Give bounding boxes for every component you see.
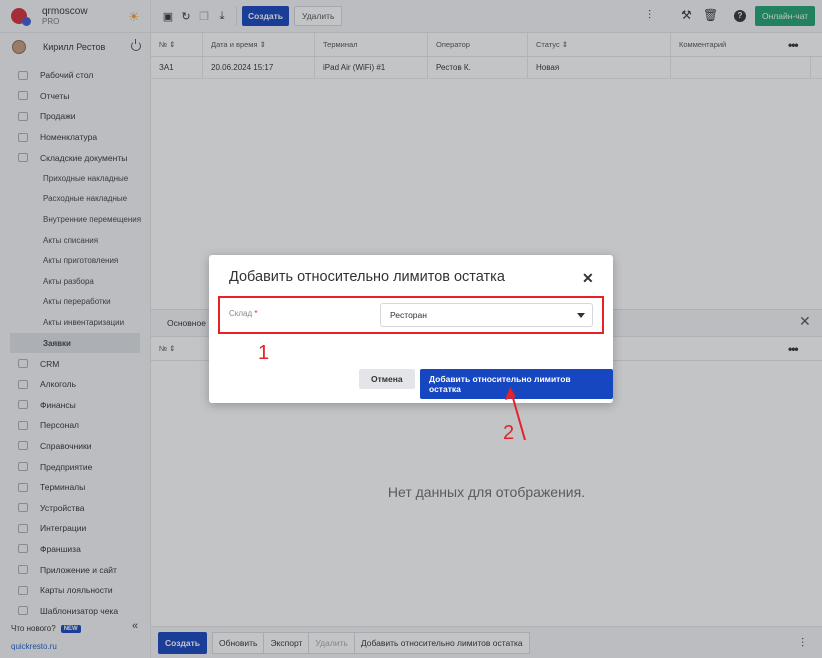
annotation-number-1: 1: [258, 342, 270, 364]
chevron-down-icon: [577, 313, 585, 318]
dialog-title: Добавить относительно лимитов остатка: [229, 269, 505, 285]
annotation-arrow: [505, 387, 526, 441]
dialog-close-icon[interactable]: ✕: [582, 270, 594, 287]
add-limits-dialog: Добавить относительно лимитов остатка ✕ …: [209, 255, 613, 403]
required-mark: *: [254, 309, 258, 318]
warehouse-select[interactable]: Ресторан: [380, 303, 593, 327]
dialog-cancel-button[interactable]: Отмена: [359, 369, 415, 389]
warehouse-field-label: Склад *: [229, 309, 258, 318]
warehouse-select-value: Ресторан: [390, 310, 427, 320]
